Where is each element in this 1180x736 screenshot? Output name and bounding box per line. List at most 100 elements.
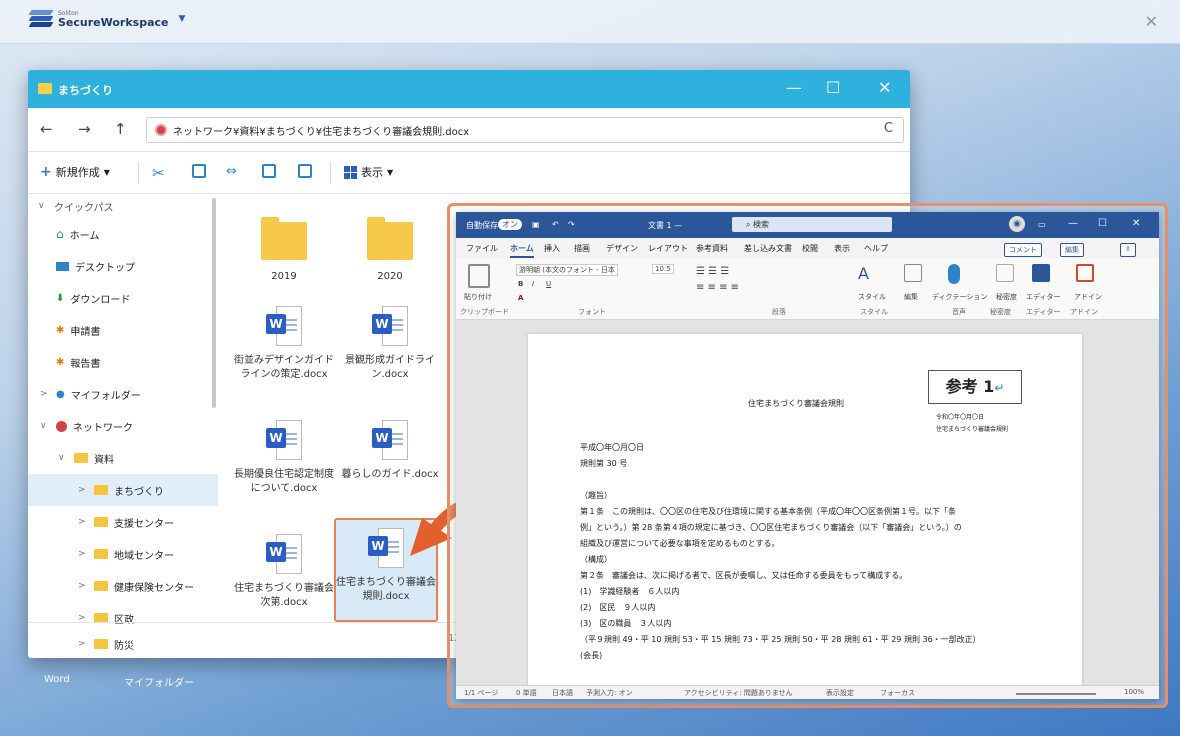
tab-design[interactable]: デザイン: [606, 243, 638, 254]
maximize-button[interactable]: ☐: [826, 78, 840, 97]
address-row: ← → ↑ ネットワーク¥資料¥まちづくり¥住宅まちづくり審議会規則.docx …: [28, 108, 910, 152]
reference-box: 参考 1↵: [928, 370, 1022, 404]
cut-icon[interactable]: ✂: [152, 164, 165, 182]
redo-icon[interactable]: ↷: [568, 220, 575, 229]
sidebar-item-downloads[interactable]: ⬇ ダウンロード: [28, 282, 218, 314]
close-icon[interactable]: ✕: [1145, 12, 1158, 31]
minimize-button[interactable]: —: [786, 78, 802, 97]
file-item[interactable]: W 住宅まちづくり審議会次第.docx: [232, 534, 336, 610]
file-item[interactable]: W 暮らしのガイド.docx: [338, 420, 442, 482]
file-item[interactable]: W 長期優良住宅認定制度について.docx: [232, 420, 336, 496]
ribbon: 貼り付け 游明朝 (本文のフォント - 日本 10.5 B I U A ☰ ☰ …: [456, 258, 1159, 320]
address-bar[interactable]: ネットワーク¥資料¥まちづくり¥住宅まちづくり審議会規則.docx C: [146, 117, 904, 143]
sidebar-item-applications[interactable]: ✱ 申請書: [28, 314, 218, 346]
tab-review[interactable]: 校閲: [802, 243, 818, 254]
paste-icon[interactable]: [468, 264, 490, 288]
page-count[interactable]: 1/1 ページ: [464, 688, 498, 698]
sidebar-item-quickpath[interactable]: ∨ クイックパス: [28, 194, 218, 218]
focus-mode[interactable]: フォーカス: [880, 688, 915, 698]
new-button[interactable]: + 新規作成 ▼: [40, 164, 110, 180]
underline-icon[interactable]: U: [546, 280, 551, 288]
folder-item[interactable]: 2019: [232, 217, 336, 284]
move-icon[interactable]: ⇔: [226, 164, 237, 179]
word-status-bar: 1/1 ページ 0 単語 日本語 予測入力: オン アクセシビリティ: 問題あり…: [456, 685, 1159, 699]
folder-item[interactable]: 2020: [338, 217, 442, 284]
sidebar-item-documents[interactable]: ∨ 資料: [28, 442, 218, 474]
maximize-button[interactable]: ☐: [1098, 218, 1107, 229]
undo-icon[interactable]: ↶: [552, 220, 559, 229]
sidebar-item-support-center[interactable]: > 支援センター: [28, 506, 218, 538]
word-count[interactable]: 0 単語: [516, 688, 537, 698]
paste-label: 貼り付け: [464, 293, 492, 301]
file-item[interactable]: W 街並みデザインガイドラインの策定.docx: [232, 306, 336, 382]
desktop-icon-word[interactable]: Word: [44, 674, 70, 685]
search-icon[interactable]: [904, 264, 922, 282]
italic-icon[interactable]: I: [532, 280, 534, 288]
zoom-level[interactable]: 100%: [1124, 688, 1144, 696]
addin-icon[interactable]: [1076, 264, 1094, 282]
view-button[interactable]: 表示 ▼: [344, 164, 393, 180]
tab-draw[interactable]: 描画: [574, 243, 590, 254]
file-item[interactable]: W 景観形成ガイドライン.docx: [338, 306, 442, 382]
close-button[interactable]: ✕: [1132, 218, 1140, 229]
sidebar-item-desktop[interactable]: デスクトップ: [28, 250, 218, 282]
tab-references[interactable]: 参考資料: [696, 243, 728, 254]
styles-icon[interactable]: A: [858, 264, 880, 288]
sidebar-item-network[interactable]: ∨ ネットワーク: [28, 410, 218, 442]
editor-icon[interactable]: [1032, 264, 1050, 282]
tab-mailings[interactable]: 差し込み文書: [744, 243, 792, 254]
refresh-button[interactable]: C: [884, 121, 893, 136]
font-name-select[interactable]: 游明朝 (本文のフォント - 日本: [516, 264, 618, 276]
sidebar-item-health-center[interactable]: > 健康保険センター: [28, 570, 218, 602]
sidebar-item-reports[interactable]: ✱ 報告書: [28, 346, 218, 378]
font-color-icon[interactable]: A: [518, 294, 523, 302]
brand-menu[interactable]: Soliton SecureWorkspace ▼: [28, 10, 185, 28]
caret-down-icon[interactable]: ▼: [178, 14, 185, 24]
sidebar-item-regional-center[interactable]: > 地域センター: [28, 538, 218, 570]
bold-icon[interactable]: B: [518, 280, 523, 288]
back-button[interactable]: ←: [40, 120, 53, 138]
folder-icon: [367, 217, 413, 260]
tab-help[interactable]: ヘルプ: [864, 243, 888, 254]
sidebar-item-myfolder[interactable]: > ● マイフォルダー: [28, 378, 218, 410]
language[interactable]: 日本語: [552, 688, 573, 698]
tab-insert[interactable]: 挿入: [544, 243, 560, 254]
tab-file[interactable]: ファイル: [466, 243, 498, 254]
delete-icon[interactable]: [298, 164, 312, 178]
tab-layout[interactable]: レイアウト: [648, 243, 688, 254]
font-size-select[interactable]: 10.5: [652, 264, 674, 274]
sensitivity-icon[interactable]: [996, 264, 1014, 282]
copy-icon[interactable]: [192, 164, 206, 178]
ribbon-display-icon[interactable]: ▭: [1038, 220, 1046, 229]
autosave-label: 自動保存: [466, 221, 498, 230]
sidebar-item-home[interactable]: ⌂ ホーム: [28, 218, 218, 250]
desktop-icon-myfolder[interactable]: マイフォルダー: [124, 674, 194, 689]
sidebar-scrollbar[interactable]: [212, 198, 216, 408]
bullets-icon[interactable]: ☰ ☰ ☰: [696, 266, 729, 277]
sidebar-item-machizukuri[interactable]: > まちづくり: [28, 474, 218, 506]
document-page[interactable]: 参考 1↵ 住宅まちづくり審議会規則 令和〇年〇月〇日 住宅まちづくり審議会規則…: [528, 334, 1082, 694]
save-icon[interactable]: ▣: [532, 220, 540, 229]
search-box[interactable]: ⌕ 検索: [732, 217, 892, 232]
microphone-icon[interactable]: [948, 264, 960, 284]
minimize-button[interactable]: —: [1068, 218, 1078, 229]
close-button[interactable]: ✕: [878, 78, 891, 97]
accessibility-status[interactable]: アクセシビリティ: 問題ありません: [684, 688, 793, 698]
rename-icon[interactable]: [262, 164, 276, 178]
tab-view[interactable]: 表示: [834, 243, 850, 254]
share-button[interactable]: ⇪: [1120, 243, 1136, 257]
comment-button[interactable]: コメント: [1004, 243, 1042, 257]
autosave-toggle[interactable]: オン: [498, 219, 522, 230]
doc-heading: (会長): [580, 651, 603, 660]
zoom-slider[interactable]: [1016, 693, 1096, 695]
up-button[interactable]: ↑: [114, 120, 127, 138]
toolbar-divider: [138, 162, 139, 184]
predictive-input[interactable]: 予測入力: オン: [586, 688, 633, 698]
edit-mode-button[interactable]: 編集: [1060, 243, 1084, 257]
align-icon[interactable]: ≡ ≡ ≡ ≡: [696, 282, 739, 293]
tab-home[interactable]: ホーム: [510, 243, 534, 258]
network-icon: [155, 124, 167, 136]
forward-button[interactable]: →: [78, 120, 91, 138]
avatar[interactable]: ◉: [1009, 216, 1025, 232]
display-settings[interactable]: 表示設定: [826, 688, 854, 698]
